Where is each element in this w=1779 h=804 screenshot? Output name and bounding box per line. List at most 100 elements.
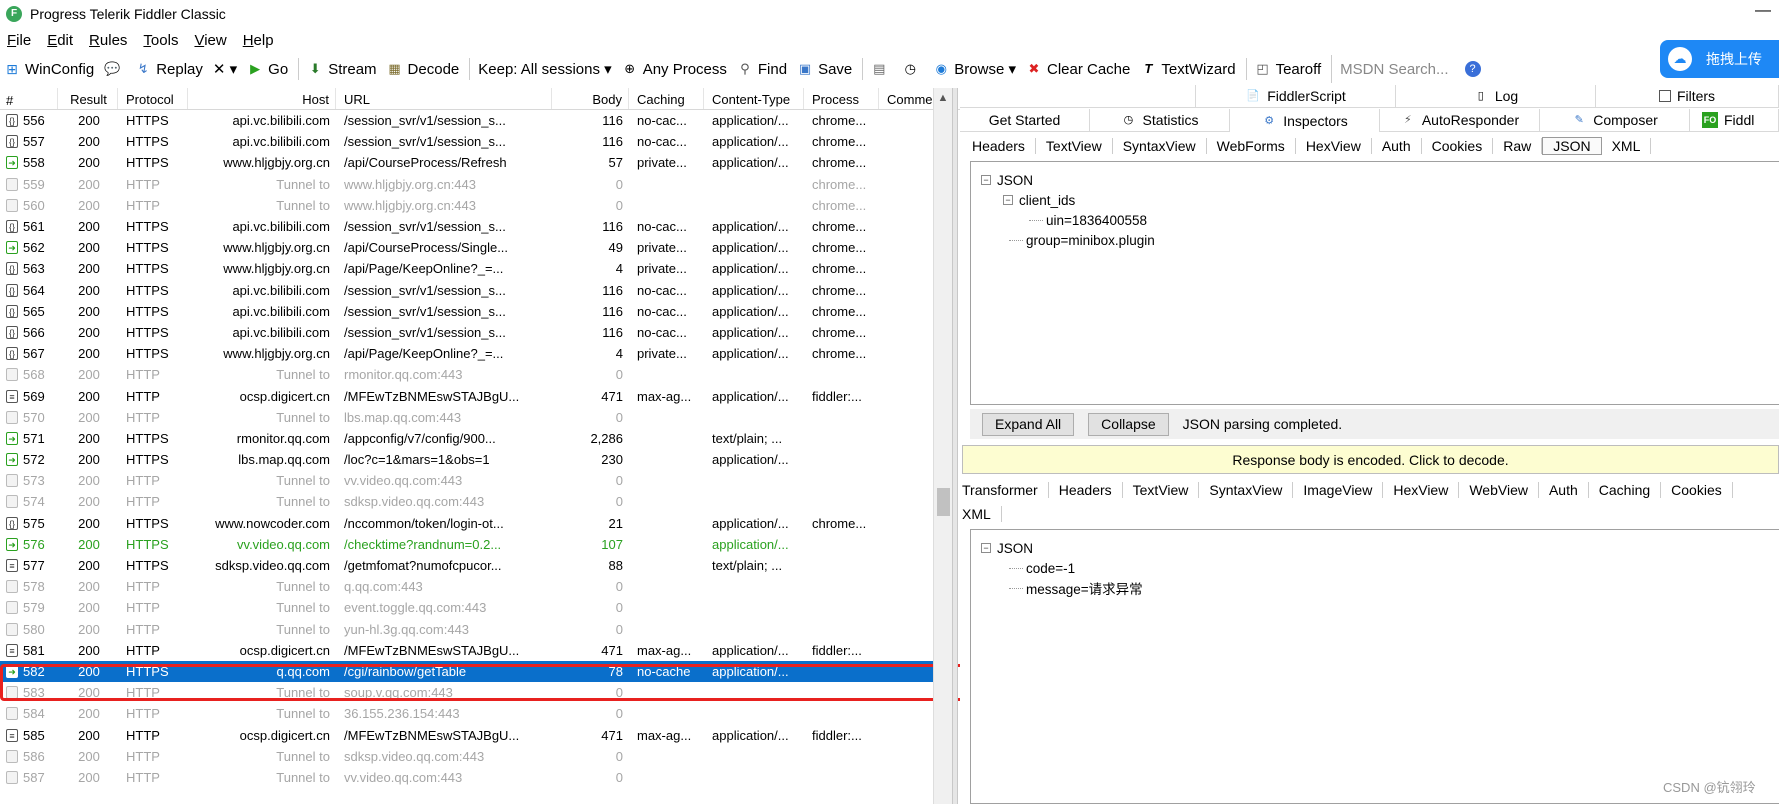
minimize-button[interactable]: — (1755, 2, 1771, 20)
subtab-syntaxview[interactable]: SyntaxView (1113, 138, 1207, 154)
stream-button[interactable]: ⬇ Stream (303, 55, 382, 83)
menu-rules[interactable]: Rules (82, 32, 136, 49)
session-row[interactable]: {} 563 200 HTTPS www.hljgbjy.org.cn/api/Page… (0, 258, 960, 279)
session-row[interactable]: 578 200 HTTP Tunnel to q.qq.com:443 0 (0, 576, 960, 597)
subtab-caching[interactable]: Caching (1589, 482, 1662, 498)
subtab-cookies[interactable]: Cookies (1661, 482, 1733, 498)
browse-button[interactable]: ◉ Browse ▾ (929, 55, 1022, 83)
session-row[interactable]: {} 575 200 HTTPS www.nowcoder.com/nccommon/t… (0, 513, 960, 534)
subtab-webview[interactable]: WebView (1459, 482, 1539, 498)
tree-node-group[interactable]: group=minibox.plugin (981, 230, 1155, 250)
subtab-syntaxview[interactable]: SyntaxView (1199, 482, 1294, 498)
winconfig-button[interactable]: ⊞ WinConfig (0, 55, 100, 83)
remove-button[interactable]: ✕ ▾ (209, 55, 243, 83)
session-row[interactable]: ≡ 585 200 HTTP ocsp.digicert.cn/MFEwTzBNMEsw… (0, 724, 960, 745)
column-header-contenttype[interactable]: Content-Type (704, 88, 804, 109)
any-process-button[interactable]: ⊕ Any Process (618, 55, 733, 83)
session-row[interactable]: 559 200 HTTP Tunnel to www.hljgbjy.org.cn:44… (0, 174, 960, 195)
tab-inspectors[interactable]: ⚙ Inspectors (1230, 109, 1380, 132)
subtab-xml[interactable]: XML (952, 506, 1002, 522)
tab-fiddlerscript[interactable]: 📄 FiddlerScript (1196, 85, 1396, 108)
menu-view[interactable]: View (187, 32, 235, 49)
column-header-[interactable]: # (0, 88, 58, 109)
screenshot-button[interactable]: ▤ (867, 55, 898, 83)
subtab-auth[interactable]: Auth (1539, 482, 1589, 498)
collapse-icon[interactable]: − (1003, 195, 1013, 205)
session-row[interactable]: ➜ 576 200 HTTPS vv.video.qq.com/checktime?ra… (0, 534, 960, 555)
session-row[interactable]: ➜ 571 200 HTTPS rmonitor.qq.com/appconfig/v7… (0, 428, 960, 449)
subtab-raw[interactable]: Raw (1493, 138, 1543, 154)
column-header-process[interactable]: Process (804, 88, 879, 109)
tab-log[interactable]: ▯ Log (1396, 85, 1596, 108)
subtab-hexview[interactable]: HexView (1383, 482, 1460, 498)
clear-cache-button[interactable]: ✖ Clear Cache (1022, 55, 1136, 83)
find-button[interactable]: ⚲ Find (733, 55, 793, 83)
column-header-result[interactable]: Result (58, 88, 118, 109)
expand-all-button[interactable]: Expand All (982, 412, 1075, 436)
session-row[interactable]: ≡ 577 200 HTTPS sdksp.video.qq.com/getmfomat… (0, 555, 960, 576)
menu-edit[interactable]: Edit (40, 32, 82, 49)
tree-node-message[interactable]: message=请求异常 (981, 578, 1143, 598)
pane-splitter[interactable] (952, 88, 958, 804)
tab-statistics[interactable]: ◷ Statistics (1090, 109, 1230, 132)
tab-get-started[interactable]: Get Started (960, 109, 1090, 132)
menu-file[interactable]: File (0, 32, 40, 49)
subtab-textview[interactable]: TextView (1036, 138, 1113, 154)
scroll-up-icon[interactable]: ▲ (934, 88, 952, 108)
menu-tools[interactable]: Tools (136, 32, 187, 49)
decode-notice-bar[interactable]: Response body is encoded. Click to decod… (962, 445, 1779, 474)
keep-sessions-dropdown[interactable]: Keep: All sessions ▾ (474, 55, 617, 83)
help-icon[interactable]: ? (1464, 61, 1481, 77)
session-row[interactable]: 587 200 HTTP Tunnel to vv.video.qq.com:443 0 (0, 767, 960, 788)
session-row[interactable]: ➜ 562 200 HTTPS www.hljgbjy.org.cn/api/Cours… (0, 237, 960, 258)
column-header-protocol[interactable]: Protocol (118, 88, 188, 109)
session-row[interactable]: {} 561 200 HTTPS api.vc.bilibili.com/session… (0, 216, 960, 237)
textwizard-button[interactable]: T TextWizard (1136, 55, 1241, 83)
tab-fiddler-orchestra[interactable]: FO Fiddl (1690, 109, 1779, 132)
session-row[interactable]: {} 566 200 HTTPS api.vc.bilibili.com/session… (0, 322, 960, 343)
decode-button[interactable]: ▦ Decode (383, 55, 466, 83)
session-row[interactable]: {} 557 200 HTTPS api.vc.bilibili.com/session… (0, 131, 960, 152)
session-row[interactable]: 579 200 HTTP Tunnel to event.toggle.qq.com:4… (0, 597, 960, 618)
subtab-transformer[interactable]: Transformer (952, 482, 1049, 498)
session-row[interactable]: ≡ 569 200 HTTP ocsp.digicert.cn/MFEwTzBNMEsw… (0, 385, 960, 406)
subtab-auth[interactable]: Auth (1372, 138, 1422, 154)
session-row[interactable]: ➜ 582 200 HTTPS q.qq.com/cgi/rainbow/getTabl… (0, 660, 933, 683)
timer-button[interactable]: ◷ (898, 55, 929, 83)
session-row[interactable]: {} 565 200 HTTPS api.vc.bilibili.com/session… (0, 301, 960, 322)
tab-filters[interactable]: Filters (1596, 85, 1779, 108)
collapse-button[interactable]: Collapse (1088, 412, 1169, 436)
collapse-icon[interactable]: − (981, 175, 991, 185)
column-header-host[interactable]: Host (188, 88, 336, 109)
session-row[interactable]: 560 200 HTTP Tunnel to www.hljgbjy.org.cn:44… (0, 195, 960, 216)
column-header-body[interactable]: Body (552, 88, 629, 109)
go-button[interactable]: ▶ Go (243, 55, 294, 83)
subtab-headers[interactable]: Headers (962, 138, 1036, 154)
tree-node-json[interactable]: − JSON (981, 538, 1143, 558)
tree-node-client-ids[interactable]: − client_ids (981, 190, 1155, 210)
subtab-webforms[interactable]: WebForms (1207, 138, 1296, 154)
tearoff-button[interactable]: ◰ Tearoff (1251, 55, 1328, 83)
tab-composer[interactable]: ✎ Composer (1540, 109, 1690, 132)
subtab-json[interactable]: JSON (1542, 137, 1602, 155)
session-row[interactable]: 586 200 HTTP Tunnel to sdksp.video.qq.com:44… (0, 746, 960, 767)
menu-help[interactable]: Help (236, 32, 283, 49)
session-row[interactable]: ≡ 581 200 HTTP ocsp.digicert.cn/MFEwTzBNMEsw… (0, 640, 960, 661)
column-header-caching[interactable]: Caching (629, 88, 704, 109)
subtab-cookies[interactable]: Cookies (1422, 138, 1494, 154)
session-row[interactable]: 573 200 HTTP Tunnel to vv.video.qq.com:443 0 (0, 470, 960, 491)
session-row[interactable]: {} 567 200 HTTPS www.hljgbjy.org.cn/api/Page… (0, 343, 960, 364)
sessions-scrollbar[interactable]: ▲ (933, 88, 952, 804)
collapse-icon[interactable]: − (981, 543, 991, 553)
session-row[interactable]: {} 564 200 HTTPS api.vc.bilibili.com/session… (0, 280, 960, 301)
scroll-thumb[interactable] (937, 488, 950, 516)
tree-node-uin[interactable]: uin=1836400558 (981, 210, 1155, 230)
tree-node-json[interactable]: − JSON (981, 170, 1155, 190)
comment-button[interactable]: 💬 (100, 55, 131, 83)
session-row[interactable]: 580 200 HTTP Tunnel to yun-hl.3g.qq.com:443 0 (0, 619, 960, 640)
session-row[interactable]: 574 200 HTTP Tunnel to sdksp.video.qq.com:44… (0, 491, 960, 512)
subtab-textview[interactable]: TextView (1123, 482, 1200, 498)
session-row[interactable]: 584 200 HTTP Tunnel to 36.155.236.154:443 0 (0, 703, 960, 724)
subtab-imageview[interactable]: ImageView (1293, 482, 1384, 498)
tree-node-code[interactable]: code=-1 (981, 558, 1143, 578)
